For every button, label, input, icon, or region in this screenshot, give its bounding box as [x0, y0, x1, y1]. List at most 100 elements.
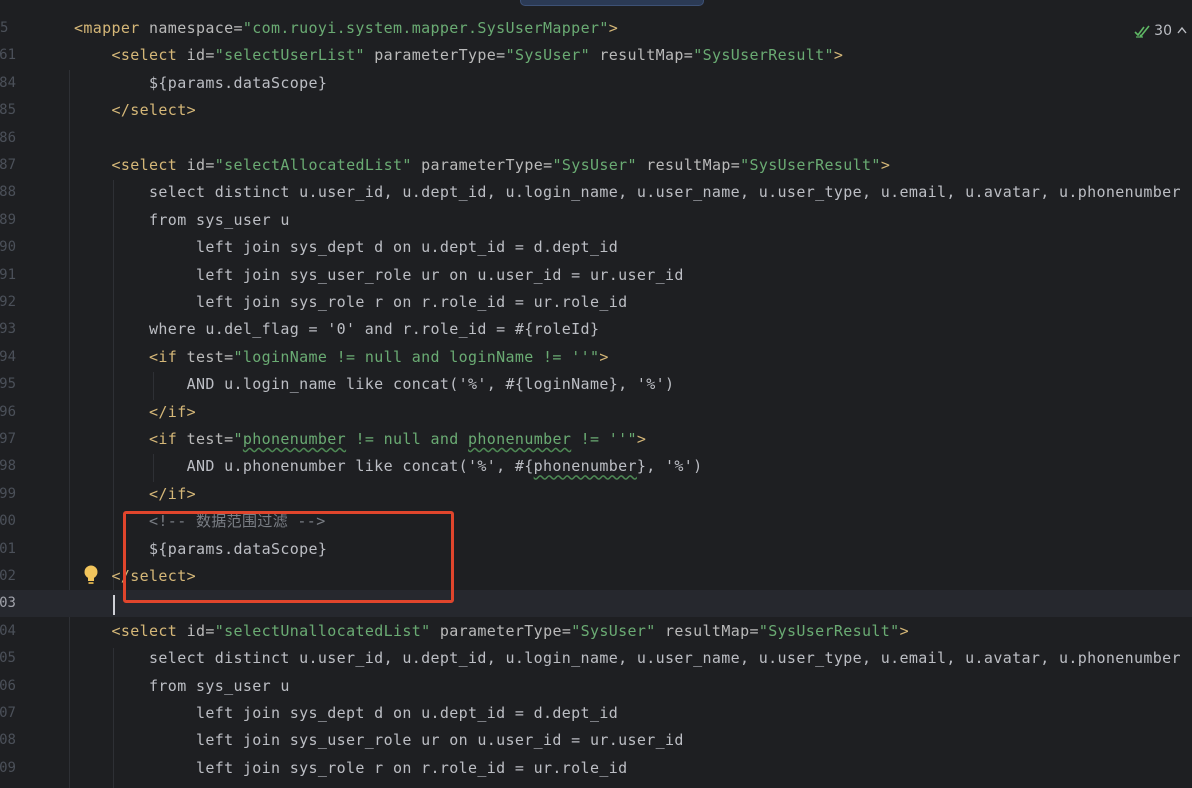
line-number[interactable]: 87 [0, 152, 16, 179]
code-text[interactable]: ${params.dataScope} [74, 70, 327, 97]
code-line[interactable]: 97 <if test="phonenumber != null and pho… [0, 426, 1192, 453]
code-token: "SysUserResult" [758, 621, 900, 640]
code-text[interactable]: <if test="phonenumber != null and phonen… [74, 426, 646, 453]
line-number[interactable]: 109 [0, 755, 16, 782]
code-text[interactable]: select distinct u.user_id, u.dept_id, u.… [74, 179, 1181, 206]
inspection-count: 30 [1154, 23, 1172, 39]
line-number[interactable]: 84 [0, 70, 16, 97]
code-text[interactable]: AND u.phonenumber like concat('%', #{pho… [74, 453, 703, 480]
line-number[interactable]: 5 [0, 15, 16, 42]
code-token: <select [74, 621, 187, 640]
code-token: id= [186, 46, 215, 65]
line-number[interactable]: 94 [0, 344, 16, 371]
line-number[interactable]: 96 [0, 399, 16, 426]
code-token: "selectUnallocatedList" [214, 621, 440, 640]
code-text[interactable]: from sys_user u [74, 673, 290, 700]
code-text[interactable]: select distinct u.user_id, u.dept_id, u.… [74, 645, 1181, 672]
code-line[interactable]: 99 </if> [0, 481, 1192, 508]
code-text[interactable]: left join sys_role r on r.role_id = ur.r… [74, 755, 627, 782]
line-number[interactable]: 90 [0, 234, 16, 261]
code-token: > [608, 19, 619, 37]
code-token: "selectUserList" [214, 46, 375, 65]
code-text[interactable]: left join sys_role r on r.role_id = ur.r… [74, 289, 627, 316]
code-text[interactable]: </if> [74, 481, 196, 508]
code-line[interactable]: 86 [0, 125, 1192, 152]
line-number[interactable]: 61 [0, 42, 16, 69]
code-text[interactable]: <select id="selectAllocatedList" paramet… [74, 152, 890, 179]
code-line[interactable]: 5 <mapper namespace="com.ruoyi.system.map… [0, 15, 1192, 42]
code-line[interactable]: 106 from sys_user u [0, 673, 1192, 700]
code-line[interactable]: 91 left join sys_user_role ur on u.user_… [0, 262, 1192, 289]
code-token: select distinct u.user_id, u.dept_id, u.… [74, 649, 1181, 668]
code-line[interactable]: 84 ${params.dataScope} [0, 70, 1192, 97]
code-text[interactable]: from sys_user u [74, 207, 290, 234]
code-text[interactable]: left join sys_dept d on u.dept_id = d.de… [74, 234, 618, 261]
line-number[interactable]: 92 [0, 289, 16, 316]
code-token: "SysUserResult" [693, 46, 834, 65]
code-line[interactable]: 90 left join sys_dept d on u.dept_id = d… [0, 234, 1192, 261]
code-line[interactable]: 108 left join sys_user_role ur on u.user… [0, 727, 1192, 754]
line-number[interactable]: 86 [0, 125, 16, 152]
code-line[interactable]: 88 select distinct u.user_id, u.dept_id,… [0, 179, 1192, 206]
line-number[interactable]: 105 [0, 645, 16, 672]
editor-tab-indicator[interactable] [520, 0, 704, 6]
code-text[interactable]: AND u.login_name like concat('%', #{logi… [74, 371, 674, 398]
line-number[interactable]: 91 [0, 262, 16, 289]
code-line[interactable]: 89 from sys_user u [0, 207, 1192, 234]
code-text[interactable]: left join sys_dept d on u.dept_id = d.de… [74, 700, 618, 727]
line-number[interactable]: 108 [0, 727, 16, 754]
code-line[interactable]: 61 <select id="selectUserList" parameter… [0, 42, 1192, 69]
line-number[interactable]: 106 [0, 673, 16, 700]
code-line[interactable]: 94 <if test="loginName != null and login… [0, 344, 1192, 371]
code-token: <if [74, 347, 187, 366]
line-number[interactable]: 103 [0, 590, 16, 617]
code-line[interactable]: 92 left join sys_role r on r.role_id = u… [0, 289, 1192, 316]
code-token: where u.del_flag = '0' and r.role_id = #… [74, 320, 600, 339]
code-line[interactable]: 107 left join sys_dept d on u.dept_id = … [0, 700, 1192, 727]
code-editor[interactable]: 5 <mapper namespace="com.ruoyi.system.map… [0, 0, 1192, 788]
line-number[interactable]: 99 [0, 481, 16, 508]
code-text[interactable]: <if test="loginName != null and loginNam… [74, 344, 609, 371]
code-text[interactable]: <select id="selectUnallocatedList" param… [74, 618, 909, 645]
line-number[interactable]: 89 [0, 207, 16, 234]
code-token: left join sys_dept d on u.dept_id = d.de… [74, 238, 619, 257]
double-check-icon [1134, 25, 1150, 38]
line-number[interactable]: 101 [0, 536, 16, 563]
code-line[interactable]: 105 select distinct u.user_id, u.dept_id… [0, 645, 1192, 672]
code-token: from sys_user u [74, 210, 290, 229]
code-token: left join sys_dept d on u.dept_id = d.de… [74, 704, 619, 722]
code-line[interactable]: 93 where u.del_flag = '0' and r.role_id … [0, 316, 1192, 343]
code-line[interactable]: 85 </select> [0, 97, 1192, 124]
code-text[interactable]: left join sys_user_role ur on u.user_id … [74, 727, 684, 754]
code-line[interactable]: 95 AND u.login_name like concat('%', #{l… [0, 371, 1192, 398]
code-token: left join sys_user_role ur on u.user_id … [74, 265, 684, 284]
line-number[interactable]: 97 [0, 426, 16, 453]
code-line[interactable]: 87 <select id="selectAllocatedList" para… [0, 152, 1192, 179]
line-number[interactable]: 88 [0, 179, 16, 206]
line-number[interactable]: 102 [0, 563, 16, 590]
line-number[interactable]: 95 [0, 371, 16, 398]
code-line[interactable]: 109 left join sys_role r on r.role_id = … [0, 755, 1192, 782]
line-number[interactable]: 100 [0, 508, 16, 535]
code-text[interactable]: </select> [74, 97, 196, 124]
code-token: "SysUser" [552, 156, 647, 174]
code-token: AND u.phonenumber like concat('%', #{ [74, 457, 534, 476]
code-text[interactable]: </if> [74, 399, 196, 426]
code-text[interactable]: left join sys_user_role ur on u.user_id … [74, 262, 684, 289]
code-line[interactable]: 104 <select id="selectUnallocatedList" p… [0, 618, 1192, 645]
code-token: resultMap= [599, 46, 694, 65]
code-text[interactable]: <select id="selectUserList" parameterTyp… [74, 42, 843, 69]
inspection-widget[interactable]: 30 [1134, 19, 1192, 43]
code-text[interactable]: <mapper namespace="com.ruoyi.system.mapp… [74, 15, 618, 42]
code-line[interactable]: 96 </if> [0, 399, 1192, 426]
line-number[interactable]: 104 [0, 618, 16, 645]
line-number[interactable]: 98 [0, 453, 16, 480]
line-number[interactable]: 85 [0, 97, 16, 124]
chevron-up-icon[interactable] [1176, 24, 1188, 38]
lightbulb-icon[interactable] [82, 564, 100, 586]
line-number[interactable]: 93 [0, 316, 16, 343]
line-number[interactable]: 107 [0, 700, 16, 727]
code-token: </if> [74, 402, 196, 421]
code-line[interactable]: 98 AND u.phonenumber like concat('%', #{… [0, 453, 1192, 480]
code-text[interactable]: where u.del_flag = '0' and r.role_id = #… [74, 316, 599, 343]
